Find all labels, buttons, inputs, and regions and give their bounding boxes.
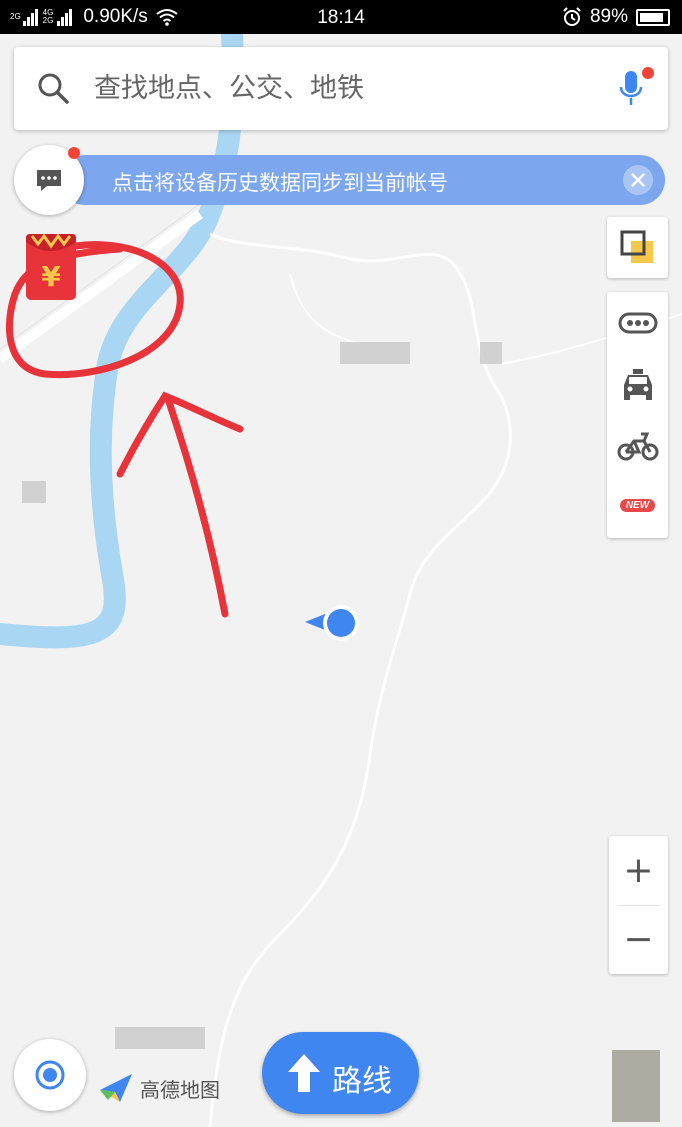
route-arrow-icon <box>288 1054 320 1092</box>
red-packet-button[interactable]: ¥ <box>24 230 78 302</box>
taxi-button[interactable] <box>607 353 668 414</box>
search-input[interactable] <box>94 65 594 111</box>
bike-icon <box>617 432 658 460</box>
close-icon <box>631 173 645 187</box>
close-button[interactable] <box>623 165 653 195</box>
zoom-in-button[interactable]: + <box>609 836 668 905</box>
road <box>289 273 361 345</box>
annotation-arrow <box>164 395 229 618</box>
sync-banner-text: 点击将设备历史数据同步到当前帐号 <box>112 171 448 195</box>
red-packet-icon: ¥ <box>26 233 76 300</box>
voice-notification-dot <box>642 67 654 79</box>
locate-button[interactable] <box>14 1039 86 1111</box>
taxi-icon <box>623 368 652 400</box>
message-button[interactable] <box>14 145 84 215</box>
blurred-label <box>340 342 410 364</box>
layers-icon <box>620 230 653 263</box>
blurred-label <box>612 1050 660 1122</box>
battery-fill <box>640 12 664 22</box>
traffic-button[interactable] <box>607 292 668 353</box>
new-feature-button[interactable]: NEW <box>607 475 668 536</box>
new-badge: NEW <box>619 499 656 512</box>
bike-button[interactable] <box>607 414 668 475</box>
microphone-icon[interactable] <box>618 69 644 109</box>
sync-banner[interactable]: 点击将设备历史数据同步到当前帐号 <box>60 155 665 205</box>
route-button[interactable]: 路线 <box>262 1032 419 1114</box>
layers-button[interactable] <box>607 217 668 278</box>
amap-logo: 高德地图 <box>98 1072 220 1104</box>
amap-logo-icon <box>100 1074 132 1102</box>
zoom-out-button[interactable]: − <box>609 905 668 974</box>
blurred-label <box>22 481 46 503</box>
status-bar: 2G 4G 2G 0.90K/s 18:14 89% <box>0 0 682 34</box>
map-tools: NEW <box>607 292 668 538</box>
battery-icon <box>636 8 670 26</box>
message-notification-dot <box>68 147 80 159</box>
locate-icon <box>35 1060 65 1090</box>
search-icon <box>38 73 69 104</box>
blurred-label <box>480 342 502 364</box>
amap-logo-text: 高德地图 <box>140 1077 220 1102</box>
battery-percent: 89% <box>589 6 628 27</box>
red-packet-symbol: ¥ <box>41 260 61 293</box>
alarm-icon <box>563 7 581 26</box>
traffic-icon <box>618 312 657 333</box>
search-bar[interactable] <box>14 47 668 130</box>
road <box>208 232 512 1127</box>
zoom-control: + − <box>609 836 668 974</box>
blurred-label <box>115 1027 205 1049</box>
route-button-label: 路线 <box>332 1064 392 1099</box>
